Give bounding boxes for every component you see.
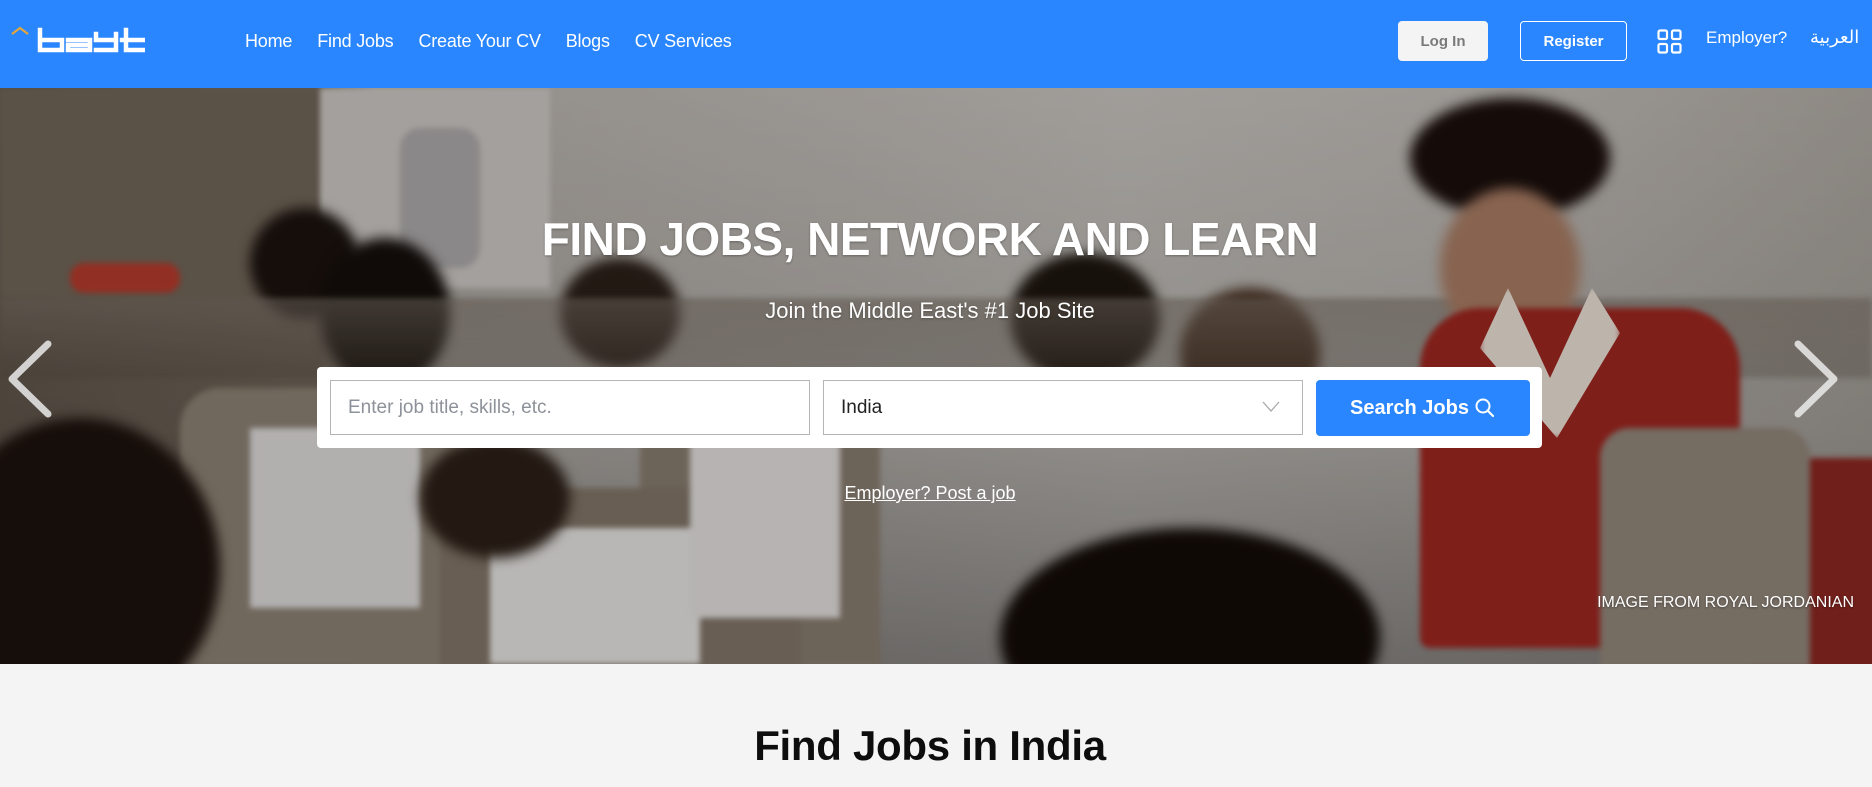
nav-cv-services[interactable]: CV Services (635, 31, 732, 52)
chevron-right-icon[interactable] (1790, 338, 1842, 420)
bayt-logo[interactable] (10, 24, 149, 56)
bayt-logo-icon (11, 26, 149, 53)
main-nav: Home Find Jobs Create Your CV Blogs CV S… (245, 0, 757, 82)
hero-banner: FIND JOBS, NETWORK AND LEARN Join the Mi… (0, 88, 1872, 664)
hero-subtitle: Join the Middle East's #1 Job Site (765, 298, 1095, 323)
employer-link[interactable]: Employer? (1706, 28, 1787, 48)
top-navbar: Home Find Jobs Create Your CV Blogs CV S… (0, 0, 1872, 88)
country-select[interactable]: India (823, 380, 1303, 435)
nav-find-jobs[interactable]: Find Jobs (317, 31, 393, 52)
nav-blogs[interactable]: Blogs (566, 31, 610, 52)
job-search-form: India Search Jobs (317, 367, 1542, 448)
find-jobs-section-title: Find Jobs in India (754, 722, 1106, 769)
login-button[interactable]: Log In (1398, 21, 1488, 61)
image-credit: IMAGE FROM ROYAL JORDANIAN (1597, 594, 1854, 611)
nav-create-cv[interactable]: Create Your CV (418, 31, 540, 52)
language-switch[interactable]: العربية (1810, 27, 1859, 48)
chevron-down-icon (1262, 401, 1280, 412)
chevron-left-icon[interactable] (4, 338, 56, 420)
country-select-value: India (841, 396, 883, 418)
post-job-link[interactable]: Employer? Post a job (844, 483, 1015, 503)
job-keyword-input[interactable] (330, 380, 810, 435)
search-jobs-label: Search Jobs (1350, 396, 1469, 419)
grid-icon[interactable] (1657, 29, 1682, 54)
register-button[interactable]: Register (1520, 21, 1627, 61)
post-job-wrapper: Employer? Post a job (0, 483, 1860, 504)
hero-title: FIND JOBS, NETWORK AND LEARN (541, 213, 1319, 265)
search-icon (1475, 398, 1495, 418)
nav-home[interactable]: Home (245, 31, 292, 52)
search-jobs-button[interactable]: Search Jobs (1316, 380, 1530, 436)
